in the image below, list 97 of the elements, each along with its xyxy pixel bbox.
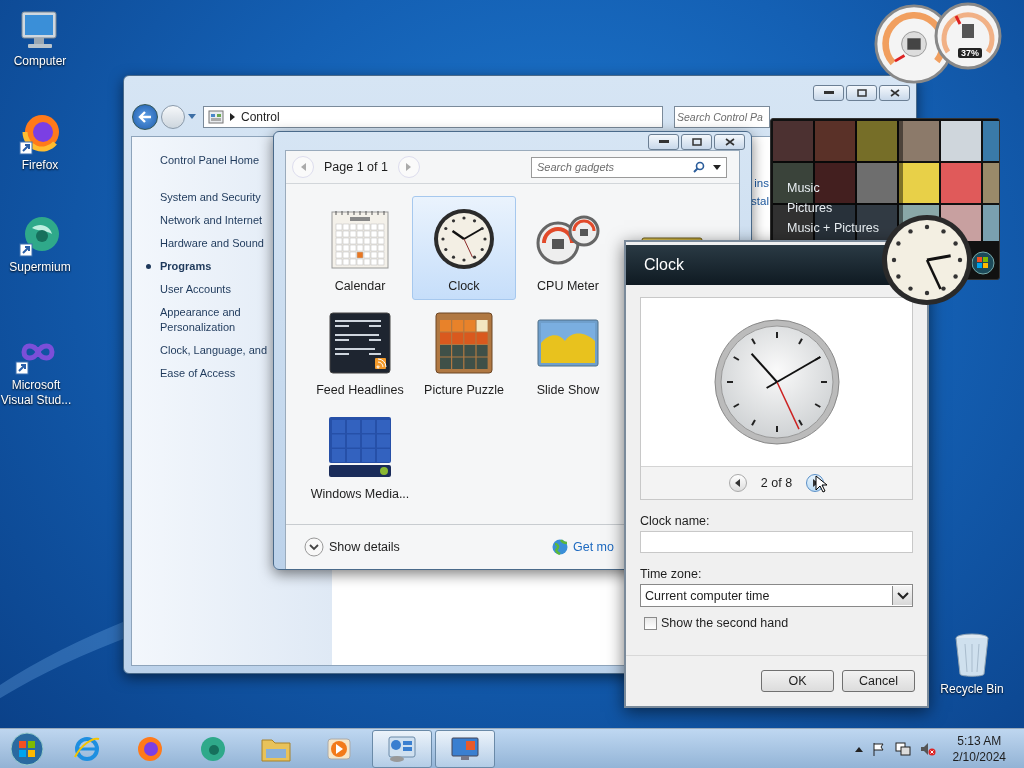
dropdown-arrow-icon bbox=[188, 114, 196, 120]
clock-name-field[interactable] bbox=[640, 531, 913, 553]
media-menu-item[interactable]: Music bbox=[787, 181, 880, 196]
media-menu-item[interactable]: Pictures bbox=[787, 201, 880, 216]
get-more-gadgets-link[interactable]: Get mo bbox=[552, 539, 614, 555]
time-zone-dropdown[interactable]: Current computer time bbox=[640, 584, 913, 607]
sidebar-item[interactable]: Clock, Language, and bbox=[160, 339, 268, 362]
flag-icon[interactable] bbox=[871, 742, 886, 756]
mouse-pointer-icon bbox=[815, 475, 827, 493]
maximize-icon bbox=[856, 89, 867, 97]
minimize-button[interactable] bbox=[813, 85, 844, 101]
sidebar-item[interactable]: Programs bbox=[160, 255, 212, 278]
back-button[interactable] bbox=[132, 104, 158, 130]
firefox-icon bbox=[18, 112, 62, 156]
ok-button[interactable]: OK bbox=[761, 670, 834, 692]
browser-logo-icon bbox=[199, 735, 227, 763]
taskbar-button[interactable] bbox=[435, 730, 495, 768]
sidebar-item[interactable]: Ease of Access bbox=[160, 362, 236, 385]
gadget-tile[interactable]: Clock bbox=[412, 196, 516, 300]
link-text[interactable]: ins bbox=[754, 177, 769, 189]
network-icon[interactable] bbox=[894, 742, 911, 756]
monitor-icon bbox=[450, 735, 480, 763]
clock-name-label: Clock name: bbox=[640, 514, 711, 528]
gadget-tile[interactable]: Picture Puzzle bbox=[412, 300, 516, 404]
page-indicator: Page 1 of 1 bbox=[324, 160, 388, 174]
media-menu-item[interactable]: Music + Pictures bbox=[787, 221, 880, 236]
minimize-icon bbox=[823, 91, 834, 95]
time-zone-label: Time zone: bbox=[640, 567, 703, 581]
close-icon bbox=[724, 138, 735, 146]
gadget-tile[interactable]: Feed Headlines bbox=[308, 300, 412, 404]
minimize-button[interactable] bbox=[648, 134, 679, 150]
feed-headlines-icon bbox=[329, 312, 391, 374]
folder-icon bbox=[261, 736, 291, 762]
show-hidden-icons-arrow[interactable] bbox=[854, 746, 863, 752]
close-button[interactable] bbox=[879, 85, 910, 101]
left-arrow-icon bbox=[300, 163, 306, 171]
desktop-shortcut[interactable]: Supermium bbox=[2, 214, 78, 275]
chevron-down-icon bbox=[896, 591, 909, 600]
maximize-button[interactable] bbox=[846, 85, 877, 101]
firefox-icon bbox=[136, 735, 164, 763]
taskbar-date[interactable]: 2/10/2024 bbox=[952, 749, 1006, 765]
maximize-button[interactable] bbox=[681, 134, 712, 150]
sidebar-item[interactable]: System and Security bbox=[160, 186, 261, 209]
desktop-shortcut[interactable]: Computer bbox=[2, 8, 78, 69]
cancel-button[interactable]: Cancel bbox=[842, 670, 915, 692]
browser-e-icon bbox=[73, 735, 101, 763]
gadget-tile[interactable]: Slide Show bbox=[516, 300, 620, 404]
taskbar-time[interactable]: 5:13 AM bbox=[957, 733, 1002, 749]
picture-puzzle-icon bbox=[435, 312, 493, 374]
taskbar-button[interactable] bbox=[372, 730, 432, 768]
close-icon bbox=[889, 89, 900, 97]
analog-clock-icon bbox=[432, 207, 496, 271]
globe-icon bbox=[552, 539, 568, 555]
small-gauge-drawing bbox=[934, 2, 1002, 70]
play-icon bbox=[326, 736, 352, 762]
close-button[interactable] bbox=[714, 134, 745, 150]
breadcrumb-arrow-icon bbox=[230, 113, 235, 121]
gadget-tile[interactable]: CPU Meter bbox=[516, 196, 620, 300]
left-arrow-icon bbox=[138, 111, 152, 123]
address-bar[interactable]: Control bbox=[203, 106, 663, 128]
media-center-icon bbox=[328, 416, 392, 478]
left-arrow-icon bbox=[735, 479, 741, 487]
previous-clock-button[interactable] bbox=[728, 474, 747, 492]
second-hand-checkbox[interactable]: Show the second hand bbox=[644, 616, 913, 630]
photo-placeholder bbox=[537, 319, 599, 367]
dropdown-arrow-icon bbox=[713, 164, 721, 170]
control-panel-home-link[interactable]: Control Panel Home bbox=[160, 149, 260, 172]
search-icon bbox=[693, 161, 705, 173]
windows-logo-icon bbox=[10, 732, 44, 766]
search-field[interactable]: Search Control Pa bbox=[674, 106, 770, 128]
sidebar-item[interactable]: User Accounts bbox=[160, 278, 231, 301]
right-arrow-icon bbox=[406, 163, 412, 171]
desktop-shortcut[interactable]: Recycle Bin bbox=[934, 630, 1010, 697]
link-text[interactable]: stal bbox=[751, 195, 769, 207]
address-text: Control bbox=[241, 110, 280, 124]
sidebar-item[interactable]: Hardware and Sound bbox=[160, 232, 264, 255]
control-panel-icon bbox=[208, 110, 224, 124]
show-details-button[interactable]: Show details bbox=[304, 537, 400, 557]
search-field[interactable]: Search gadgets bbox=[531, 156, 727, 178]
minimize-icon bbox=[658, 140, 669, 144]
calendar-icon bbox=[330, 208, 390, 270]
bullet-icon bbox=[146, 264, 151, 269]
sidebar-item[interactable]: Network and Internet bbox=[160, 209, 263, 232]
maximize-icon bbox=[691, 138, 702, 146]
gadgets-icon bbox=[387, 735, 417, 763]
clock-style-counter: 2 of 8 bbox=[760, 476, 793, 490]
windows-logo-icon bbox=[971, 251, 995, 275]
muted-speaker-icon[interactable] bbox=[919, 742, 936, 756]
sidebar-item[interactable]: Appearance and Personalization bbox=[160, 301, 272, 339]
desktop-shortcut[interactable]: Microsoft Visual Stud... bbox=[0, 332, 74, 408]
expand-chevron-icon bbox=[304, 537, 324, 557]
desktop-shortcut[interactable]: Firefox bbox=[2, 112, 78, 173]
gadget-tile[interactable]: Calendar bbox=[308, 196, 412, 300]
gadget-tile[interactable]: Windows Media... bbox=[308, 404, 412, 508]
gauge-icon bbox=[536, 213, 600, 265]
browser-logo-icon bbox=[18, 214, 62, 258]
memory-percentage: 37% bbox=[958, 48, 982, 58]
